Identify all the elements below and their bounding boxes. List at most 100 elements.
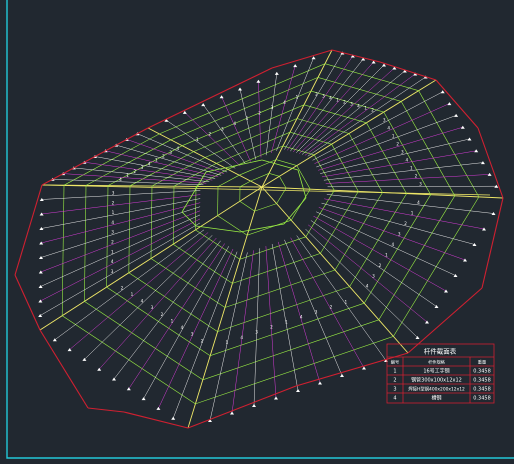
support-marker [482,227,486,231]
member-label: 2 [379,263,382,268]
purlin-line [313,215,447,292]
member-label: 3 [419,182,422,187]
table-header-spec: 杆件规格 [428,359,446,366]
roof-outline [271,49,333,69]
purlin-line [137,133,228,173]
support-marker [318,381,322,385]
support-marker [274,396,278,400]
support-marker [311,56,316,60]
member-label: 4 [417,200,420,205]
purlin-line [69,232,209,350]
inner-ring [181,171,207,213]
roof-outline [407,287,483,354]
support-marker [454,113,459,117]
support-marker [460,125,465,129]
member-label: 1 [410,166,413,171]
purlin-line [284,239,343,376]
table-row-2-no: 2 [393,378,396,384]
member-label: 2 [162,154,165,159]
support-marker [274,71,279,75]
purlin-line [253,248,261,406]
member-label: 1 [171,318,174,323]
member-label: 1 [411,210,414,215]
member-label: 1 [246,116,249,121]
member-label: 1 [336,98,339,103]
roof-outline [379,61,437,81]
member-label: 2 [315,91,318,96]
member-label: 2 [258,111,261,116]
table-header-no: 编号 [391,359,399,366]
support-marker [256,79,261,83]
member-label: 4 [233,121,236,126]
table-row-3-weight: 0.3458 [473,387,491,393]
table-row-3-no: 3 [393,387,396,393]
member-label: 3 [111,269,114,274]
rib-line [247,219,292,236]
rib-line [296,165,311,190]
roof-outline [147,67,273,129]
member-label: 1 [344,299,347,304]
member-label: 3 [151,305,154,310]
roof-outline [187,385,297,429]
table-title: 杆件截面表 [424,347,457,356]
member-label: 3 [221,126,224,131]
purlin-line [41,198,201,229]
member-label: 3 [315,309,318,314]
member-label: 1 [296,95,299,100]
member-label: 4 [329,96,332,101]
member-label: 4 [391,242,394,247]
table-row-4-no: 4 [393,396,396,402]
roof-outline [435,79,479,129]
rib-line [217,174,240,187]
member-label: 1 [155,158,158,163]
table-row-1-no: 1 [393,369,396,375]
inner-ring [181,211,197,227]
roof-outline [123,411,189,429]
roof-outline [14,184,43,276]
purlin-line [296,235,387,361]
roof-outline [331,49,381,63]
member-label: 4 [283,100,286,105]
purlin-line [143,246,230,399]
section-table: 杆件截面表 编号 杆件规格 重量 1 16号工字钢 0.3458 2 钢管300… [386,343,495,404]
support-marker [126,387,131,391]
support-marker [171,416,176,420]
purlin-line [323,162,483,181]
support-marker [156,406,161,410]
member-label: 2 [415,174,418,179]
member-label: 3 [322,93,325,98]
roof-outline [87,407,125,413]
purlin-line [276,57,314,151]
member-label: 4 [405,158,408,163]
purlin-line [258,81,262,158]
member-label: 2 [330,304,333,309]
purlin-line [41,190,201,200]
support-marker [219,95,224,99]
table-row-1-spec: 16号工字钢 [423,368,449,375]
member-label: 3 [169,150,172,155]
member-label: 2 [201,338,204,343]
purlin-line [277,241,321,384]
support-marker [453,274,458,277]
inner-ring [261,159,299,171]
member-label: 3 [271,105,274,110]
member-label: 3 [111,230,114,235]
support-marker [39,227,44,230]
member-label: 4 [141,299,144,304]
purlin-line [305,228,418,338]
member-label: 4 [148,161,151,166]
member-label: 2 [371,108,374,113]
member-label: 4 [176,146,179,151]
roof-outline [481,197,504,289]
member-label: 3 [255,330,258,335]
member-label: 2 [111,240,114,245]
rib-line [250,173,270,182]
purlin-line [41,202,201,244]
purlin-line [293,61,374,153]
purlin-line [40,206,201,258]
purlin-line [40,214,201,287]
table-row-4-spec: 槽钢 [431,395,441,402]
purlin-line [321,150,477,178]
member-label: 1 [392,134,395,139]
purlin-line [271,243,299,391]
